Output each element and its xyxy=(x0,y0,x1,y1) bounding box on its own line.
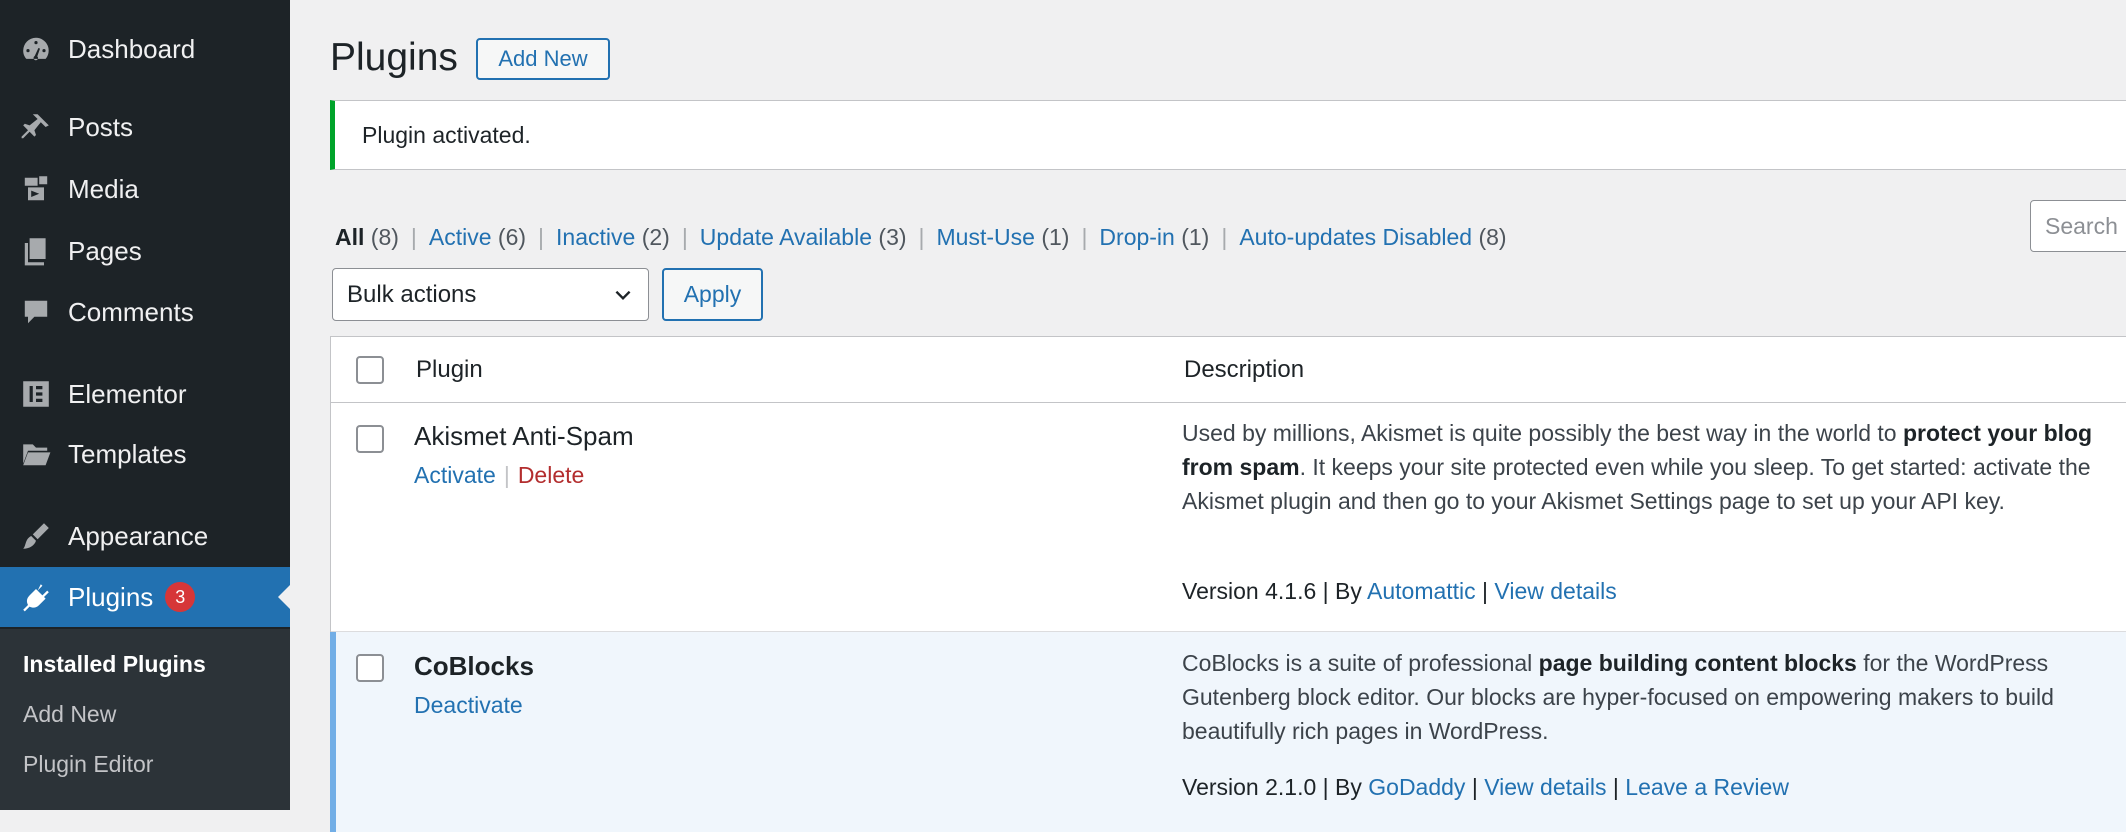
plugin-version: Version 4.1.6 xyxy=(1182,578,1317,604)
chevron-down-icon xyxy=(615,290,631,300)
select-all-checkbox[interactable] xyxy=(356,356,384,384)
sidebar-item-label: Pages xyxy=(68,235,142,266)
plugin-name: Akismet Anti-Spam xyxy=(414,421,634,451)
filter-drop-in[interactable]: Drop-in (1) xyxy=(1099,224,1209,250)
sidebar-item-media[interactable]: Media xyxy=(0,159,290,219)
author-link[interactable]: GoDaddy xyxy=(1368,774,1465,800)
success-notice: Plugin activated. xyxy=(330,100,2126,170)
column-description: Description xyxy=(1184,356,1305,383)
elementor-icon xyxy=(18,376,54,412)
sidebar-item-label: Posts xyxy=(68,111,134,142)
filter-separator: | xyxy=(410,224,417,250)
sidebar-item-appearance[interactable]: Appearance xyxy=(0,506,290,566)
submenu-installed-plugins[interactable]: Installed Plugins xyxy=(23,651,206,678)
sidebar-item-plugins[interactable]: Plugins 3 xyxy=(0,567,290,627)
pages-icon xyxy=(18,233,54,269)
plugins-table: Plugin Description Akismet Anti-Spam Act… xyxy=(330,336,2126,832)
action-separator: | xyxy=(503,462,510,488)
pin-icon xyxy=(18,109,54,145)
plugins-submenu: Installed Plugins Add New Plugin Editor xyxy=(0,629,290,810)
sidebar-item-comments[interactable]: Comments xyxy=(0,282,290,342)
plugin-status-filters: All (8) | Active (6) | Inactive (2) | Update A… xyxy=(335,224,1507,251)
media-icon xyxy=(18,171,54,207)
plugin-name: CoBlocks xyxy=(414,651,534,681)
comment-icon xyxy=(18,294,54,330)
row-checkbox[interactable] xyxy=(356,425,384,453)
sidebar-item-label: Media xyxy=(68,173,139,204)
filter-active[interactable]: Active (6) xyxy=(429,224,526,250)
deactivate-link[interactable]: Deactivate xyxy=(414,692,523,718)
brush-icon xyxy=(18,518,54,554)
table-row: Akismet Anti-Spam Activate | Delete Used b… xyxy=(331,402,2126,632)
delete-link[interactable]: Delete xyxy=(518,462,584,488)
sidebar-item-label: Appearance xyxy=(68,520,209,551)
filter-separator: | xyxy=(538,224,545,250)
filter-all[interactable]: All (8) xyxy=(335,224,399,250)
folder-icon xyxy=(18,436,54,472)
filter-separator: | xyxy=(1081,224,1088,250)
sidebar-item-elementor[interactable]: Elementor xyxy=(0,364,290,424)
activate-link[interactable]: Activate xyxy=(414,462,496,488)
filter-auto-updates-disabled[interactable]: Auto-updates Disabled (8) xyxy=(1239,224,1506,250)
apply-button[interactable]: Apply xyxy=(662,268,763,321)
add-new-button[interactable]: Add New xyxy=(476,38,610,80)
sidebar-item-label: Dashboard xyxy=(68,33,196,64)
sidebar-item-pages[interactable]: Pages xyxy=(0,221,290,281)
plugin-description: Used by millions, Akismet is quite possi… xyxy=(1182,420,2093,514)
page-title: Plugins xyxy=(330,36,458,79)
filter-separator: | xyxy=(1221,224,1228,250)
sidebar-item-label: Comments xyxy=(68,296,194,327)
filter-must-use[interactable]: Must-Use (1) xyxy=(937,224,1070,250)
submenu-add-new[interactable]: Add New xyxy=(23,701,116,728)
filter-inactive[interactable]: Inactive (2) xyxy=(556,224,670,250)
plugin-description: CoBlocks is a suite of professional page… xyxy=(1182,650,2054,744)
table-header: Plugin Description xyxy=(331,337,2126,403)
update-count-badge: 3 xyxy=(165,582,196,612)
sidebar-item-templates[interactable]: Templates xyxy=(0,424,290,484)
admin-sidebar: Dashboard Posts Media Pages Comments Ele… xyxy=(0,0,290,810)
current-menu-arrow xyxy=(278,585,290,609)
filter-separator: | xyxy=(918,224,925,250)
plugin-meta: Version 4.1.6 | By Automattic | View det… xyxy=(1182,578,1617,604)
bulk-actions-value: Bulk actions xyxy=(347,280,477,308)
leave-review-link[interactable]: Leave a Review xyxy=(1625,774,1789,800)
bulk-actions-select[interactable]: Bulk actions xyxy=(332,268,649,321)
sidebar-item-dashboard[interactable]: Dashboard xyxy=(0,19,290,79)
notice-text: Plugin activated. xyxy=(362,121,531,148)
view-details-link[interactable]: View details xyxy=(1484,774,1606,800)
filter-update-available[interactable]: Update Available (3) xyxy=(700,224,907,250)
search-plugins-input[interactable]: Search xyxy=(2030,200,2126,252)
sidebar-item-label: Elementor xyxy=(68,378,187,409)
sidebar-item-posts[interactable]: Posts xyxy=(0,97,290,157)
plugin-icon xyxy=(18,579,54,615)
submenu-plugin-editor[interactable]: Plugin Editor xyxy=(23,751,153,778)
table-row: CoBlocks Deactivate CoBlocks is a suite … xyxy=(330,632,2126,832)
filter-separator: | xyxy=(681,224,688,250)
plugin-version: Version 2.1.0 xyxy=(1182,774,1317,800)
column-plugin[interactable]: Plugin xyxy=(416,356,483,384)
author-link[interactable]: Automattic xyxy=(1367,578,1476,604)
row-checkbox[interactable] xyxy=(356,654,384,682)
sidebar-item-label: Plugins xyxy=(68,581,154,612)
dashboard-icon xyxy=(18,31,54,67)
sidebar-item-label: Templates xyxy=(68,438,187,469)
search-placeholder: Search xyxy=(2045,212,2118,239)
view-details-link[interactable]: View details xyxy=(1494,578,1616,604)
row-actions: Deactivate xyxy=(414,692,523,719)
row-actions: Activate | Delete xyxy=(414,462,584,489)
plugin-meta: Version 2.1.0 | By GoDaddy | View detail… xyxy=(1182,774,1789,800)
